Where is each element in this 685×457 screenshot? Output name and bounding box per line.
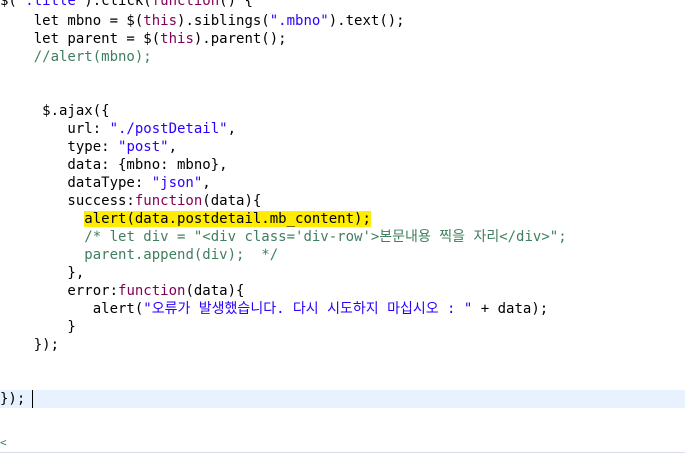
code-text: }); <box>0 337 60 353</box>
code-text: }); <box>0 391 26 407</box>
code-text: dataType: <box>0 175 152 191</box>
highlighted-code: alert(data.postdetail.mb_content); <box>84 211 371 227</box>
code-line: parent.append(div); */ <box>0 246 685 264</box>
text-caret <box>32 390 33 408</box>
keyword: function <box>118 283 186 299</box>
editor-bottom-border <box>0 452 685 453</box>
code-text: success: <box>0 193 135 209</box>
code-line: dataType: "json", <box>0 174 685 192</box>
code-line: /* let div = "<div class='div-row'>본문내용 … <box>0 228 685 246</box>
code-line: $(".title").click(function() { <box>0 0 685 10</box>
code-text: let parent = $( <box>0 31 161 47</box>
string-literal: "post" <box>118 139 169 155</box>
code-text: $.ajax({ <box>0 103 110 119</box>
code-line: let parent = $(this).parent(); <box>0 30 685 48</box>
comment: /* let div = "<div class='div-row'>본문내용 … <box>84 229 567 245</box>
code-text: (data){ <box>185 283 245 299</box>
code-text: data: {mbno: mbno}, <box>0 157 228 173</box>
comment: parent.append(div); */ <box>84 247 279 263</box>
code-line: alert("오류가 발생했습니다. 다시 시도하지 마십시오 : " + da… <box>0 300 685 318</box>
code-line: data: {mbno: mbno}, <box>0 156 685 174</box>
code-text: (data){ <box>202 193 262 209</box>
code-text: , <box>227 121 237 137</box>
code-line: }, <box>0 264 685 282</box>
code-line: < <box>0 436 7 450</box>
code-text: }, <box>0 265 85 281</box>
code-line: type: "post", <box>0 138 685 156</box>
code-line: success:function(data){ <box>0 192 685 210</box>
code-editor[interactable]: $(".title").click(function() { let mbno … <box>0 0 685 457</box>
code-line: alert(data.postdetail.mb_content); <box>0 210 685 228</box>
code-line: $.ajax({ <box>0 102 685 120</box>
code-text: type: <box>0 139 119 155</box>
code-line: } <box>0 318 685 336</box>
keyword: function <box>151 0 220 9</box>
code-text: ).text(); <box>328 13 405 29</box>
code-text: ).siblings( <box>177 13 270 29</box>
code-text: + data); <box>472 301 549 317</box>
code-text: url: <box>0 121 110 137</box>
code-line: //alert(mbno); <box>0 48 685 66</box>
string-literal: "json" <box>151 175 203 191</box>
current-line[interactable]: }); <box>0 390 685 408</box>
keyword: this <box>160 31 194 47</box>
code-line: let mbno = $(this).siblings(".mbno").tex… <box>0 12 685 30</box>
code-text: ).click( <box>84 0 152 9</box>
comment: < <box>0 436 7 449</box>
string-literal: ".title" <box>16 0 85 9</box>
code-text: let mbno = $( <box>0 13 144 29</box>
comment: //alert(mbno); <box>0 49 152 65</box>
string-literal: ".mbno" <box>269 13 329 29</box>
code-text: ).parent(); <box>193 31 287 47</box>
code-line: error:function(data){ <box>0 282 685 300</box>
code-text: , <box>168 139 178 155</box>
code-line: url: "./postDetail", <box>0 120 685 138</box>
string-literal: "./postDetail" <box>109 121 228 137</box>
keyword: this <box>143 13 178 29</box>
code-text: } <box>0 319 76 335</box>
code-line: }); <box>0 336 685 354</box>
code-text: , <box>202 175 211 191</box>
code-text: error: <box>0 283 119 299</box>
string-literal: "오류가 발생했습니다. 다시 시도하지 마십시오 : " <box>143 301 473 317</box>
code-text: $( <box>0 0 17 9</box>
code-text: alert( <box>0 301 144 317</box>
keyword: function <box>134 193 203 209</box>
code-text: () { <box>219 0 253 9</box>
